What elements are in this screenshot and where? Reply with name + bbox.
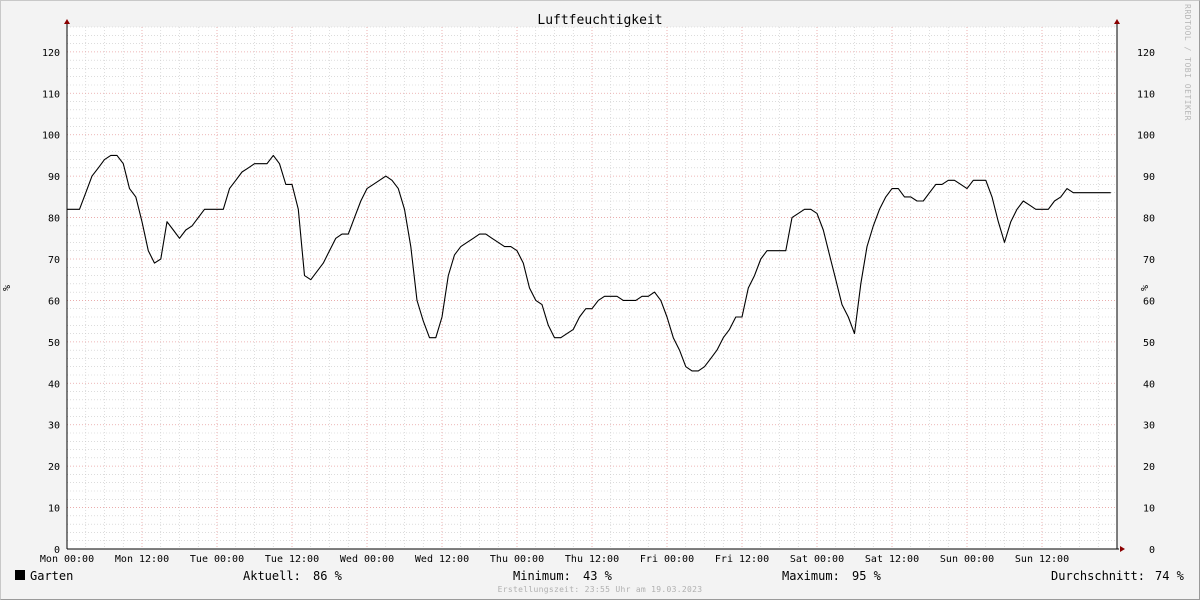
plot-area: 0 010 1020 2030 3040 4050 5060 6070 7080 8090 9010… [40, 19, 1155, 565]
y-tick-label-right: 80 [1143, 214, 1155, 225]
watermark: RRDTOOL / TOBI OETIKER [1183, 4, 1192, 121]
y-tick-label-right: 70 [1143, 255, 1155, 266]
legend-current-value: 86 % [313, 569, 342, 583]
y-tick-label-left: 90 [48, 172, 60, 183]
x-axis-arrow [1120, 546, 1125, 552]
x-tick-label: Fri 12:00 [715, 554, 769, 565]
x-tick-label: Tue 12:00 [265, 554, 319, 565]
y-tick-label-right: 100 [1137, 131, 1155, 142]
y-tick-label-right: 40 [1143, 379, 1155, 390]
y-tick-label-left: 100 [42, 131, 60, 142]
y-tick-label-right: 30 [1143, 421, 1155, 432]
legend-current-label: Aktuell: [243, 569, 301, 583]
creation-timestamp: Erstellungszeit: 23:55 Uhr am 19.03.2023 [497, 585, 703, 594]
y-tick-label-left: 30 [48, 421, 60, 432]
x-tick-label: Wed 12:00 [415, 554, 469, 565]
y-tick-label-right: 50 [1143, 338, 1155, 349]
y-tick-label-left: 120 [42, 48, 60, 59]
chart-title: Luftfeuchtigkeit [537, 13, 662, 28]
legend-min-label: Minimum: [513, 569, 571, 583]
y-tick-label-left: 110 [42, 89, 60, 100]
y-axis-label-right: % [1140, 285, 1151, 291]
x-tick-label: Mon 12:00 [115, 554, 169, 565]
y-tick-label-left: 60 [48, 296, 60, 307]
y-tick-label-right: 10 [1143, 504, 1155, 515]
y-axis-arrow-left [64, 19, 70, 24]
x-tick-label: Wed 00:00 [340, 554, 394, 565]
y-tick-label-left: 40 [48, 379, 60, 390]
x-tick-label: Sat 00:00 [790, 554, 844, 565]
y-tick-label-right: 20 [1143, 462, 1155, 473]
y-tick-label-right: 0 [1149, 545, 1155, 556]
x-tick-label: Tue 00:00 [190, 554, 244, 565]
x-tick-label: Fri 00:00 [640, 554, 694, 565]
y-tick-label-left: 20 [48, 462, 60, 473]
legend-min-value: 43 % [583, 569, 612, 583]
legend-avg-label: Durchschnitt: [1051, 569, 1145, 583]
y-tick-label-right: 60 [1143, 296, 1155, 307]
y-tick-label-left: 10 [48, 504, 60, 515]
chart-svg: Luftfeuchtigkeit % % 0 010 1020 2030 3040 405… [2, 13, 1155, 565]
x-tick-label: Thu 00:00 [490, 554, 544, 565]
legend-max-value: 95 % [852, 569, 881, 583]
x-tick-label: Mon 00:00 [40, 554, 94, 565]
x-tick-label: Sun 00:00 [940, 554, 994, 565]
y-tick-label-left: 80 [48, 214, 60, 225]
y-tick-label-left: 50 [48, 338, 60, 349]
legend-series-name: Garten [30, 569, 74, 583]
legend-avg-value: 74 % [1155, 569, 1184, 583]
y-tick-label-right: 110 [1137, 89, 1155, 100]
y-axis-arrow-right [1114, 19, 1120, 24]
y-tick-label-right: 90 [1143, 172, 1155, 183]
y-tick-label-right: 120 [1137, 48, 1155, 59]
y-axis-label-left: % [2, 285, 13, 291]
legend-swatch [15, 570, 25, 580]
legend-max-label: Maximum: [782, 569, 840, 583]
x-tick-label: Sat 12:00 [865, 554, 919, 565]
y-tick-label-left: 70 [48, 255, 60, 266]
x-tick-label: Sun 12:00 [1015, 554, 1069, 565]
x-tick-label: Thu 12:00 [565, 554, 619, 565]
